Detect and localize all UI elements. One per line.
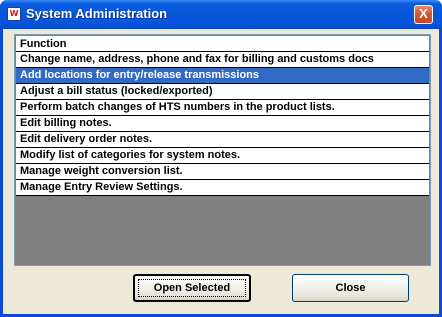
list-item[interactable]: Edit delivery order notes. <box>16 132 429 148</box>
list-item[interactable]: Manage weight conversion list. <box>16 164 429 180</box>
list-item[interactable]: Modify list of categories for system not… <box>16 148 429 164</box>
open-selected-label: Open Selected <box>153 282 231 294</box>
list-item[interactable]: Adjust a bill status (locked/exported) <box>16 84 429 100</box>
list-item-selected[interactable]: Add locations for entry/release transmis… <box>16 68 429 84</box>
title-bar[interactable]: W System Administration X <box>0 0 442 29</box>
list-item[interactable]: Perform batch changes of HTS numbers in … <box>16 100 429 116</box>
close-button[interactable]: Close <box>292 274 409 302</box>
system-administration-window: W System Administration X Function Chang… <box>0 0 442 317</box>
list-item[interactable]: Manage Entry Review Settings. <box>16 180 429 196</box>
list-item[interactable]: Edit billing notes. <box>16 116 429 132</box>
function-column-header[interactable]: Function <box>16 36 429 52</box>
close-label: Close <box>335 282 366 294</box>
function-listbox[interactable]: Function Change name, address, phone and… <box>14 34 431 266</box>
open-selected-button[interactable]: Open Selected <box>133 274 251 302</box>
close-window-icon[interactable]: X <box>414 5 433 24</box>
app-icon: W <box>7 7 21 21</box>
function-list: Change name, address, phone and fax for … <box>16 52 429 196</box>
list-item[interactable]: Change name, address, phone and fax for … <box>16 52 429 68</box>
window-title: System Administration <box>26 6 168 21</box>
